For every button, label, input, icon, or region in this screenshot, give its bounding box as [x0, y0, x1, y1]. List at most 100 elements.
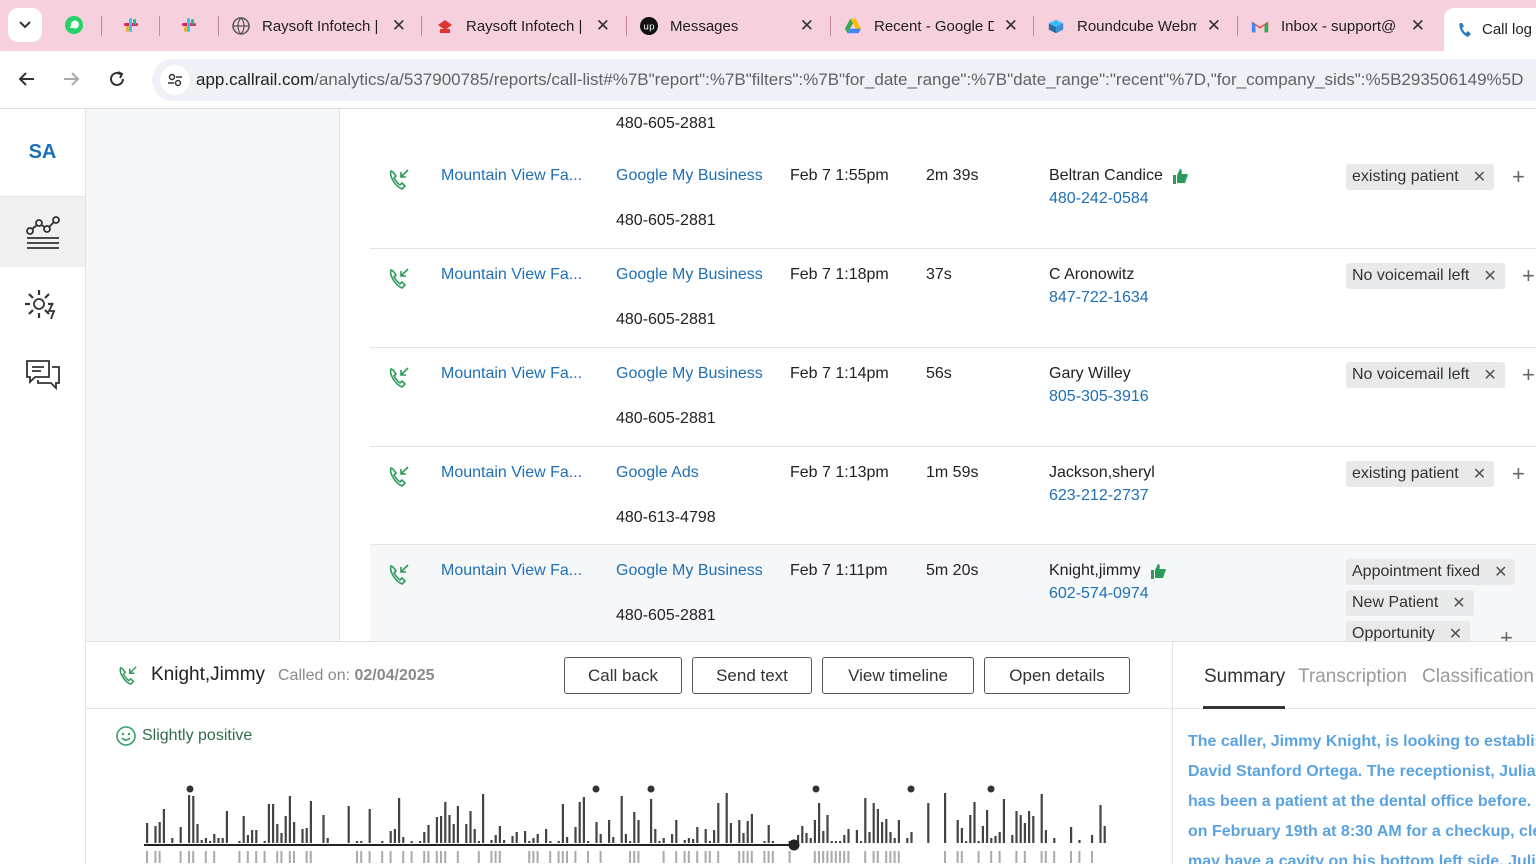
waveform-bar	[360, 851, 363, 863]
waveform-marker[interactable]	[647, 785, 655, 793]
tab-roundcube[interactable]: Roundcube Webm ✕	[1047, 8, 1227, 44]
inbound-call-icon	[389, 367, 409, 388]
add-tag-button[interactable]: +	[1512, 461, 1525, 487]
address-bar[interactable]: app.callrail.com/analytics/a/537900785/r…	[152, 59, 1536, 101]
source-link[interactable]: Google My Business	[616, 562, 763, 580]
waveform-marker[interactable]	[186, 785, 194, 793]
waveform-bar	[843, 835, 846, 843]
table-row[interactable]: Mountain View Fa... Google My Business 4…	[370, 150, 1536, 249]
sidebar-item-settings[interactable]	[0, 269, 85, 339]
waveform-marker[interactable]	[812, 785, 820, 793]
call-back-button[interactable]: Call back	[564, 657, 682, 694]
waveform-marker[interactable]	[592, 785, 600, 793]
waveform-bar	[1044, 830, 1047, 843]
close-icon[interactable]: ✕	[1004, 16, 1018, 36]
call-time: Feb 7 1:11pm	[790, 562, 888, 579]
remove-tag-icon[interactable]: ✕	[1449, 624, 1462, 641]
view-timeline-button[interactable]: View timeline	[822, 657, 974, 694]
table-row-selected[interactable]: Mountain View Fa... Google My Business 4…	[370, 545, 1536, 641]
waveform-marker[interactable]	[907, 785, 915, 793]
caller-phone-link[interactable]: 480-242-0584	[1049, 190, 1149, 208]
close-icon[interactable]: ✕	[1207, 16, 1221, 36]
tab-summary[interactable]: Summary	[1204, 666, 1285, 688]
table-row[interactable]: Mountain View Fa... Google My Business 4…	[370, 348, 1536, 447]
source-link[interactable]: Google Ads	[616, 464, 699, 482]
waveform-bar	[708, 851, 711, 863]
company-link[interactable]: Mountain View Fa...	[441, 464, 582, 482]
pinned-tab-slack-2[interactable]	[169, 8, 209, 42]
tab-separator	[101, 16, 102, 36]
sidebar-item-analytics[interactable]	[0, 197, 85, 267]
close-icon[interactable]: ✕	[392, 16, 406, 36]
caller-phone-link[interactable]: 805-305-3916	[1049, 388, 1149, 406]
caller-phone-link[interactable]: 847-722-1634	[1049, 289, 1149, 307]
waveform-bar	[750, 814, 753, 843]
source-link[interactable]: Google My Business	[616, 365, 763, 383]
tab-google-drive[interactable]: Recent - Google D ✕	[844, 8, 1024, 44]
tab-separator	[626, 16, 627, 36]
waveform-bar	[301, 829, 304, 843]
remove-tag-icon[interactable]: ✕	[1473, 167, 1486, 187]
account-logo[interactable]: SA	[0, 109, 85, 197]
reload-button[interactable]	[101, 63, 133, 95]
close-icon[interactable]: ✕	[596, 16, 610, 36]
add-tag-button[interactable]: +	[1522, 362, 1535, 388]
waveform-bar	[1078, 840, 1081, 843]
waveform-bar	[893, 838, 896, 843]
pinned-tab-slack-1[interactable]	[111, 8, 151, 42]
table-row[interactable]: Mountain View Fa... Google Ads 480-613-4…	[370, 447, 1536, 545]
tab-messages[interactable]: up Messages ✕	[640, 8, 820, 44]
pinned-tab-whatsapp[interactable]	[54, 8, 94, 42]
company-link[interactable]: Mountain View Fa...	[441, 562, 582, 580]
close-icon[interactable]: ✕	[800, 16, 814, 36]
add-tag-button[interactable]: +	[1512, 164, 1525, 190]
company-link[interactable]: Mountain View Fa...	[441, 167, 582, 185]
waveform-bar	[834, 851, 837, 863]
waveform-bar	[154, 851, 157, 863]
site-info-button[interactable]	[160, 65, 190, 95]
tab-raysoft-1[interactable]: Raysoft Infotech | ✕	[232, 8, 412, 44]
company-link[interactable]: Mountain View Fa...	[441, 365, 582, 383]
waveform-marker[interactable]	[987, 785, 995, 793]
waveform-bar	[742, 851, 745, 863]
tab-classification[interactable]: Classification	[1422, 666, 1534, 688]
back-button[interactable]	[11, 63, 43, 95]
waveform-bar	[545, 829, 548, 843]
source-link[interactable]: Google My Business	[616, 266, 763, 284]
add-tag-button[interactable]: +	[1500, 625, 1513, 641]
tab-search-button[interactable]	[8, 8, 42, 42]
call-detail-panel: Knight,Jimmy Called on: 02/04/2025 Call …	[86, 641, 1536, 864]
remove-tag-icon[interactable]: ✕	[1494, 562, 1507, 582]
tab-call-log[interactable]: Call log	[1444, 8, 1536, 51]
remove-tag-icon[interactable]: ✕	[1483, 266, 1496, 286]
waveform-bar	[440, 816, 443, 843]
tracking-number: 480-605-2881	[616, 311, 716, 328]
waveform-bar	[826, 815, 829, 843]
waveform-bar	[687, 851, 690, 863]
waveform-bar	[633, 851, 636, 863]
add-tag-button[interactable]: +	[1522, 263, 1535, 289]
caller-phone-link[interactable]: 623-212-2737	[1049, 487, 1149, 505]
tab-gmail[interactable]: Inbox - support@ ✕	[1251, 8, 1431, 44]
waveform-bar	[536, 834, 539, 843]
waveform-bar	[427, 851, 430, 863]
audio-waveform[interactable]	[144, 777, 1114, 864]
tab-transcription[interactable]: Transcription	[1298, 666, 1407, 688]
forward-button[interactable]	[55, 63, 87, 95]
tab-raysoft-2[interactable]: Raysoft Infotech | ✕	[436, 8, 616, 44]
sidebar-item-conversations[interactable]	[0, 339, 85, 409]
close-icon[interactable]: ✕	[1411, 16, 1425, 36]
caller-phone-link[interactable]: 602-574-0974	[1049, 585, 1149, 603]
remove-tag-icon[interactable]: ✕	[1452, 593, 1465, 613]
waveform-bar	[503, 840, 506, 843]
waveform-bar	[893, 851, 896, 863]
remove-tag-icon[interactable]: ✕	[1483, 365, 1496, 385]
playhead-handle[interactable]	[788, 839, 800, 851]
company-link[interactable]: Mountain View Fa...	[441, 266, 582, 284]
source-link[interactable]: Google My Business	[616, 167, 763, 185]
waveform-bar	[620, 796, 623, 843]
open-details-button[interactable]: Open details	[984, 657, 1130, 694]
send-text-button[interactable]: Send text	[692, 657, 812, 694]
table-row[interactable]: Mountain View Fa... Google My Business 4…	[370, 249, 1536, 348]
remove-tag-icon[interactable]: ✕	[1473, 464, 1486, 484]
